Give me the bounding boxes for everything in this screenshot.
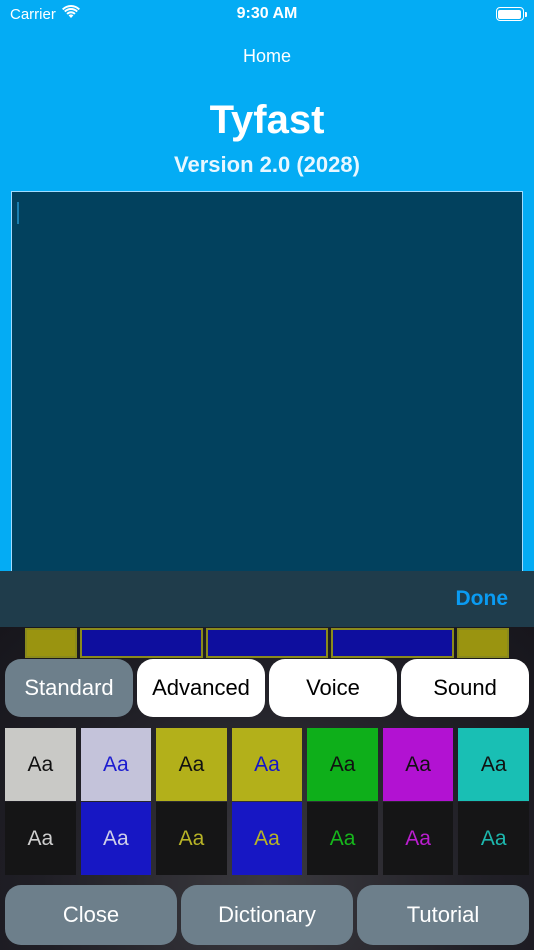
- keyboard-accessory-bar: Done: [0, 571, 534, 627]
- theme-swatch[interactable]: Aa: [231, 728, 303, 801]
- wifi-icon: [61, 5, 80, 23]
- strip-key[interactable]: [206, 628, 328, 658]
- tab-sound[interactable]: Sound: [401, 659, 529, 717]
- custom-keyboard: Standard Advanced Voice Sound Aa Aa Aa A…: [0, 627, 534, 950]
- theme-swatch[interactable]: Aa: [80, 728, 152, 801]
- theme-swatch[interactable]: Aa: [458, 728, 529, 801]
- status-time: 9:30 AM: [236, 5, 298, 22]
- strip-key[interactable]: [331, 628, 454, 658]
- theme-swatch[interactable]: Aa: [5, 802, 76, 875]
- tab-standard[interactable]: Standard: [5, 659, 133, 717]
- tab-advanced[interactable]: Advanced: [137, 659, 265, 717]
- theme-swatch[interactable]: Aa: [382, 728, 454, 801]
- keyboard-bottom-row: Close Dictionary Tutorial: [5, 885, 529, 945]
- strip-key[interactable]: [80, 628, 203, 658]
- key-strip: [0, 627, 534, 658]
- theme-swatch[interactable]: Aa: [231, 802, 303, 875]
- theme-swatch[interactable]: Aa: [80, 802, 152, 875]
- carrier-label: Carrier: [10, 5, 56, 23]
- status-left: Carrier: [10, 5, 160, 23]
- strip-key[interactable]: [457, 628, 509, 658]
- done-button[interactable]: Done: [456, 587, 509, 611]
- tutorial-button[interactable]: Tutorial: [357, 885, 529, 945]
- theme-swatch[interactable]: Aa: [156, 802, 227, 875]
- battery-fill: [498, 9, 522, 19]
- nav-bar: Home: [0, 28, 534, 84]
- theme-swatch[interactable]: Aa: [156, 728, 227, 801]
- dictionary-button[interactable]: Dictionary: [181, 885, 353, 945]
- close-button[interactable]: Close: [5, 885, 177, 945]
- keyboard-mode-tabs: Standard Advanced Voice Sound: [5, 659, 529, 717]
- battery-icon: [495, 7, 527, 21]
- nav-title: Home: [242, 45, 291, 66]
- theme-swatch[interactable]: Aa: [458, 802, 529, 875]
- typing-text-area[interactable]: [11, 191, 523, 581]
- status-bar: Carrier 9:30 AM: [0, 0, 534, 28]
- app-version: Version 2.0 (2028): [174, 152, 360, 177]
- tab-voice[interactable]: Voice: [269, 659, 397, 717]
- theme-swatch[interactable]: Aa: [5, 728, 76, 801]
- theme-swatch[interactable]: Aa: [307, 802, 378, 875]
- strip-key[interactable]: [25, 628, 77, 658]
- app-title: Tyfast: [209, 98, 325, 142]
- status-right: [374, 7, 527, 21]
- theme-swatch[interactable]: Aa: [307, 728, 378, 801]
- color-theme-grid: Aa Aa Aa Aa Aa Aa Aa Aa Aa Aa Aa Aa Aa A…: [5, 728, 529, 875]
- text-caret: [17, 202, 19, 224]
- theme-swatch[interactable]: Aa: [382, 802, 454, 875]
